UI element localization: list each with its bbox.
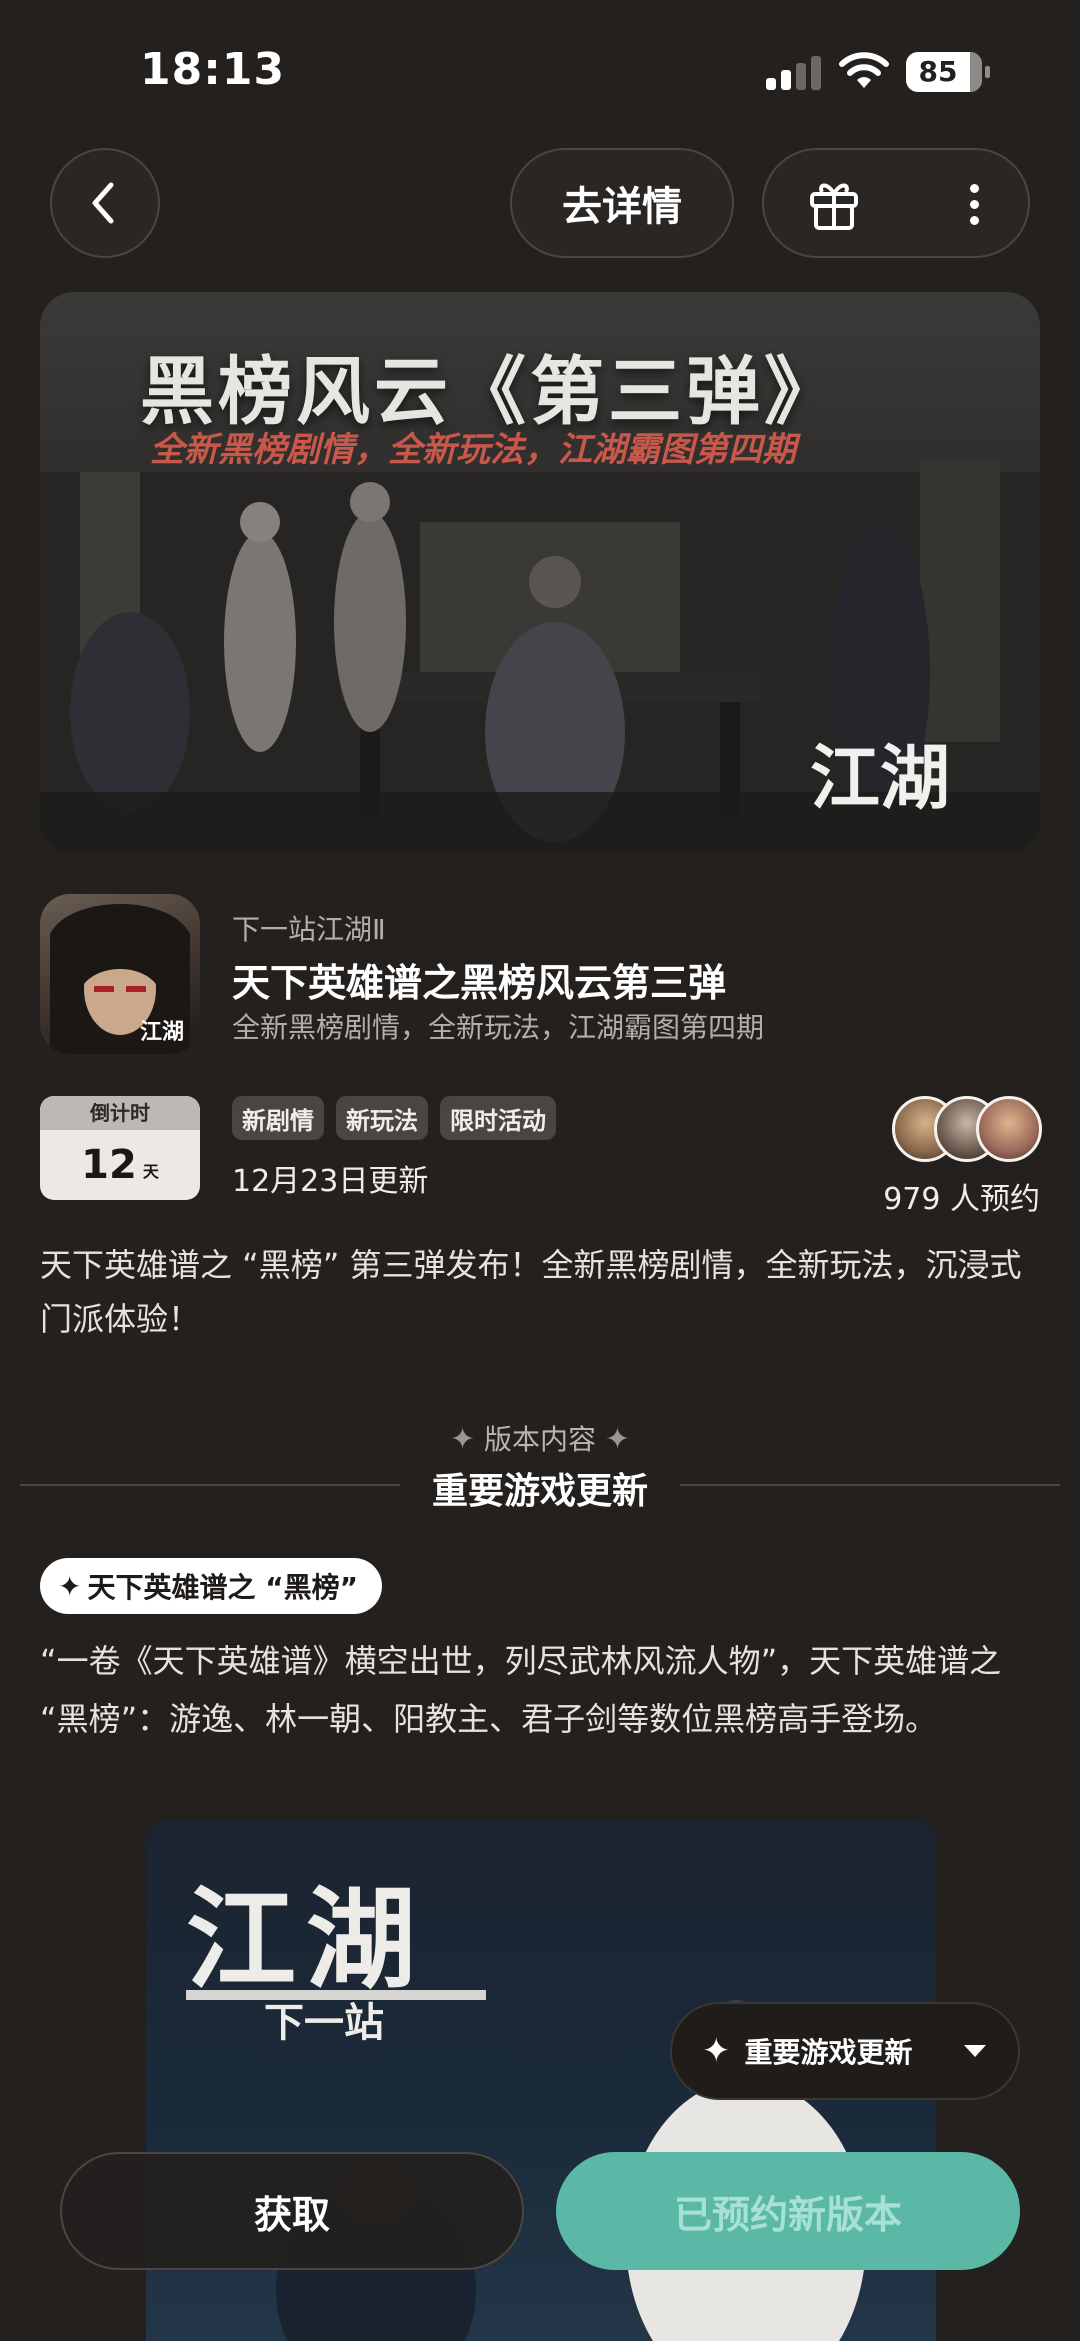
sparkle-icon: ✦ <box>58 1569 82 1603</box>
event-subtitle: 全新黑榜剧情，全新玩法，江湖霸图第四期 <box>232 1011 765 1044</box>
section-label: ✦ 版本内容 ✦ <box>0 1418 1080 1458</box>
back-button[interactable] <box>50 148 160 258</box>
feature-tag: ✦ 天下英雄谱之 “黑榜” <box>40 1558 383 1614</box>
app-icon[interactable]: 江湖 <box>40 894 200 1054</box>
countdown-badge: 倒计时 12 天 <box>40 1096 200 1200</box>
developer-name[interactable]: 下一站江湖Ⅱ <box>232 908 386 948</box>
more-options-icon[interactable] <box>964 180 984 230</box>
sparkle-icon: ✦ <box>604 1422 631 1457</box>
cellular-signal-icon <box>766 56 822 90</box>
status-time: 18:13 <box>140 44 286 95</box>
battery-level: 85 <box>918 55 958 88</box>
chevron-left-icon <box>92 182 114 224</box>
countdown-value: 12 <box>81 1142 137 1188</box>
banner-game-logo: 江湖 <box>810 736 950 819</box>
go-to-details-button[interactable]: 去详情 <box>510 148 734 258</box>
section-jump-label: 重要游戏更新 <box>744 2036 913 2069</box>
avatar <box>976 1096 1042 1162</box>
action-group <box>762 148 1030 258</box>
countdown-unit: 天 <box>142 1162 159 1181</box>
sparkle-icon: ✦ <box>702 2031 731 2071</box>
countdown-label: 倒计时 <box>40 1096 200 1130</box>
poster-logo: 江湖 <box>186 1875 426 2004</box>
tag-limited-event: 限时活动 <box>440 1096 556 1140</box>
section-label-text: 版本内容 <box>483 1423 596 1456</box>
reserved-users-avatars <box>892 1096 1042 1162</box>
wifi-icon <box>838 50 890 90</box>
event-title: 天下英雄谱之黑榜风云第三弹 <box>232 961 727 1005</box>
event-banner[interactable]: 黑榜风云《第三弹》 全新黑榜剧情，全新玩法，江湖霸图第四期 江湖 <box>40 292 1040 854</box>
feature-description: “一卷《天下英雄谱》横空出世，列尽武林风流人物”，天下英雄谱之 “黑榜”：游逸、… <box>40 1642 1002 1738</box>
reserved-new-version-button[interactable]: 已预约新版本 <box>556 2152 1020 2270</box>
svg-text:江湖: 江湖 <box>140 1019 184 1045</box>
sparkle-icon: ✦ <box>449 1422 476 1457</box>
reservation-count: 979 人预约 <box>883 1182 1040 1217</box>
tag-new-story: 新剧情 <box>232 1096 324 1140</box>
event-tags: 新剧情 新玩法 限时活动 <box>232 1096 556 1140</box>
feature-tag-label: 天下英雄谱之 “黑榜” <box>87 1571 359 1604</box>
gift-icon[interactable] <box>806 176 862 232</box>
section-title: 重要游戏更新 <box>431 1471 648 1512</box>
tag-new-gameplay: 新玩法 <box>336 1096 428 1140</box>
banner-subtitle: 全新黑榜剧情，全新玩法，江湖霸图第四期 <box>150 430 796 470</box>
update-date: 12月23日更新 <box>232 1164 429 1199</box>
event-description: 天下英雄谱之 “黑榜” 第三弹发布！全新黑榜剧情，全新玩法，沉浸式门派体验！ <box>40 1246 1022 1338</box>
character-portrait-icon: 江湖 <box>50 904 190 1054</box>
section-jump-menu[interactable]: ✦ 重要游戏更新 <box>670 2002 1020 2100</box>
poster-logo-subtitle: 下一站 <box>264 1999 384 2046</box>
get-button[interactable]: 获取 <box>60 2152 524 2270</box>
battery-icon: 85 <box>906 52 990 92</box>
chevron-down-icon <box>964 2045 986 2057</box>
